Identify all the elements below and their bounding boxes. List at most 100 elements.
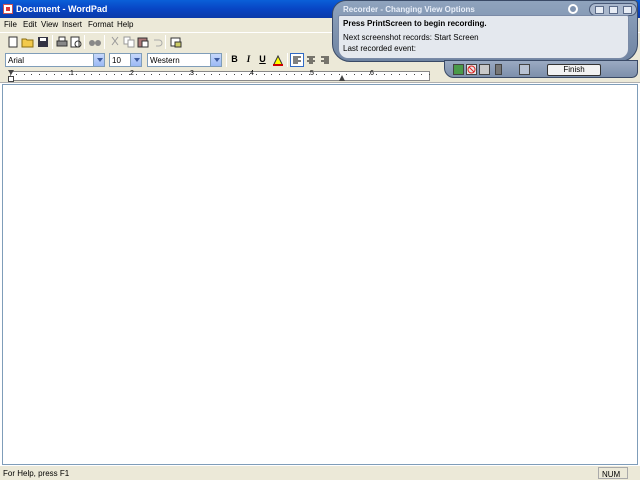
ruler-tick: [99, 74, 100, 75]
italic-button[interactable]: I: [243, 54, 254, 66]
restore-icon[interactable]: [609, 6, 618, 14]
ruler-tick: [159, 74, 160, 75]
ruler-tick: [189, 74, 190, 75]
menu-file[interactable]: File: [4, 20, 17, 29]
chevron-down-icon[interactable]: [210, 54, 221, 66]
recorder-toolbar: Finish: [444, 60, 638, 78]
ruler-tick: [31, 74, 32, 75]
ruler-mark: 5: [310, 70, 314, 77]
capture-icon[interactable]: [453, 64, 464, 75]
undo-icon[interactable]: [150, 35, 164, 49]
ruler-tick: [46, 74, 47, 75]
status-help-text: For Help, press F1: [3, 469, 70, 478]
open-icon[interactable]: [21, 35, 35, 49]
ruler-tick: [54, 74, 55, 75]
toolbar-separator: [226, 53, 227, 67]
ruler-mark: 1: [70, 70, 74, 77]
save-icon[interactable]: [36, 35, 50, 49]
ruler-tick: [166, 74, 167, 75]
underline-button[interactable]: U: [257, 54, 268, 66]
ruler-tick: [309, 74, 310, 75]
chevron-down-icon[interactable]: [130, 54, 141, 66]
ruler-tick: [76, 74, 77, 75]
ruler-tick: [219, 74, 220, 75]
recorder-last-event: Last recorded event:: [343, 44, 416, 53]
ruler-mark: 4: [250, 70, 254, 77]
align-center-icon[interactable]: [304, 53, 318, 67]
wordpad-app-icon[interactable]: [3, 4, 13, 14]
recorder-widget: Recorder - Changing View Options Press P…: [332, 0, 638, 78]
chevron-down-icon[interactable]: [93, 54, 104, 66]
stop-icon[interactable]: [495, 64, 502, 75]
ruler-tick: [241, 74, 242, 75]
ruler-tick: [129, 74, 130, 75]
toolbar-separator: [84, 35, 85, 49]
grid-icon[interactable]: [479, 64, 490, 75]
ruler-tick: [264, 74, 265, 75]
ruler-tick: [226, 74, 227, 75]
left-indent-marker[interactable]: [8, 76, 14, 82]
ruler-tick: [249, 74, 250, 75]
ruler-tick: [84, 74, 85, 75]
menu-format[interactable]: Format: [88, 20, 113, 29]
ruler-tick: [211, 74, 212, 75]
num-lock-indicator: NUM: [602, 470, 621, 479]
copy-icon[interactable]: [122, 35, 136, 49]
recorder-instruction: Press PrintScreen to begin recording.: [343, 19, 487, 28]
menu-edit[interactable]: Edit: [23, 20, 37, 29]
num-lock-panel: NUM: [598, 467, 628, 479]
ruler-tick: [174, 74, 175, 75]
align-left-icon[interactable]: [290, 53, 304, 67]
size-combo[interactable]: 10: [109, 53, 142, 67]
undo-icon[interactable]: [519, 64, 530, 75]
ruler-tick: [144, 74, 145, 75]
print-icon[interactable]: [55, 35, 69, 49]
ruler-tick: [24, 74, 25, 75]
minimize-icon[interactable]: [595, 6, 604, 14]
toolbar-separator: [165, 35, 166, 49]
ruler-tick: [271, 74, 272, 75]
ruler-tick: [256, 74, 257, 75]
document-area[interactable]: [2, 84, 638, 465]
ruler-tick: [286, 74, 287, 75]
menu-help[interactable]: Help: [117, 20, 133, 29]
date-time-icon[interactable]: [169, 35, 183, 49]
menu-view[interactable]: View: [41, 20, 58, 29]
ruler-tick: [39, 74, 40, 75]
finish-button[interactable]: Finish: [547, 64, 601, 76]
size-value: 10: [112, 56, 121, 65]
ruler-tick: [204, 74, 205, 75]
ruler-mark: 2: [130, 70, 134, 77]
print-preview-icon[interactable]: [69, 35, 83, 49]
cut-icon[interactable]: [108, 35, 122, 49]
color-icon[interactable]: [271, 53, 285, 67]
ruler-tick: [301, 74, 302, 75]
close-icon[interactable]: [623, 6, 632, 14]
recorder-title: Recorder - Changing View Options: [343, 5, 475, 14]
ruler-tick: [16, 74, 17, 75]
ruler-tick: [91, 74, 92, 75]
ruler-tick: [316, 74, 317, 75]
script-combo[interactable]: Western: [147, 53, 222, 67]
menu-insert[interactable]: Insert: [62, 20, 82, 29]
recorder-next-event: Next screenshot records: Start Screen: [343, 33, 479, 42]
recorder-message-panel: Press PrintScreen to begin recording. Ne…: [338, 15, 629, 59]
ruler-tick: [151, 74, 152, 75]
ruler-tick: [136, 74, 137, 75]
toolbar-separator: [287, 53, 288, 67]
paste-icon[interactable]: [136, 35, 150, 49]
ruler-tick: [181, 74, 182, 75]
script-value: Western: [150, 56, 180, 65]
ruler-tick: [61, 74, 62, 75]
no-capture-icon[interactable]: [466, 64, 477, 75]
find-icon[interactable]: [88, 35, 102, 49]
bold-button[interactable]: B: [229, 54, 240, 66]
toolbar-separator: [104, 35, 105, 49]
ruler-tick: [324, 74, 325, 75]
ruler-tick: [114, 74, 115, 75]
first-indent-marker[interactable]: [8, 70, 14, 75]
new-icon[interactable]: [6, 35, 20, 49]
status-bar: For Help, press F1 NUM: [0, 465, 640, 480]
align-right-icon[interactable]: [318, 53, 332, 67]
font-combo[interactable]: Arial: [5, 53, 105, 67]
